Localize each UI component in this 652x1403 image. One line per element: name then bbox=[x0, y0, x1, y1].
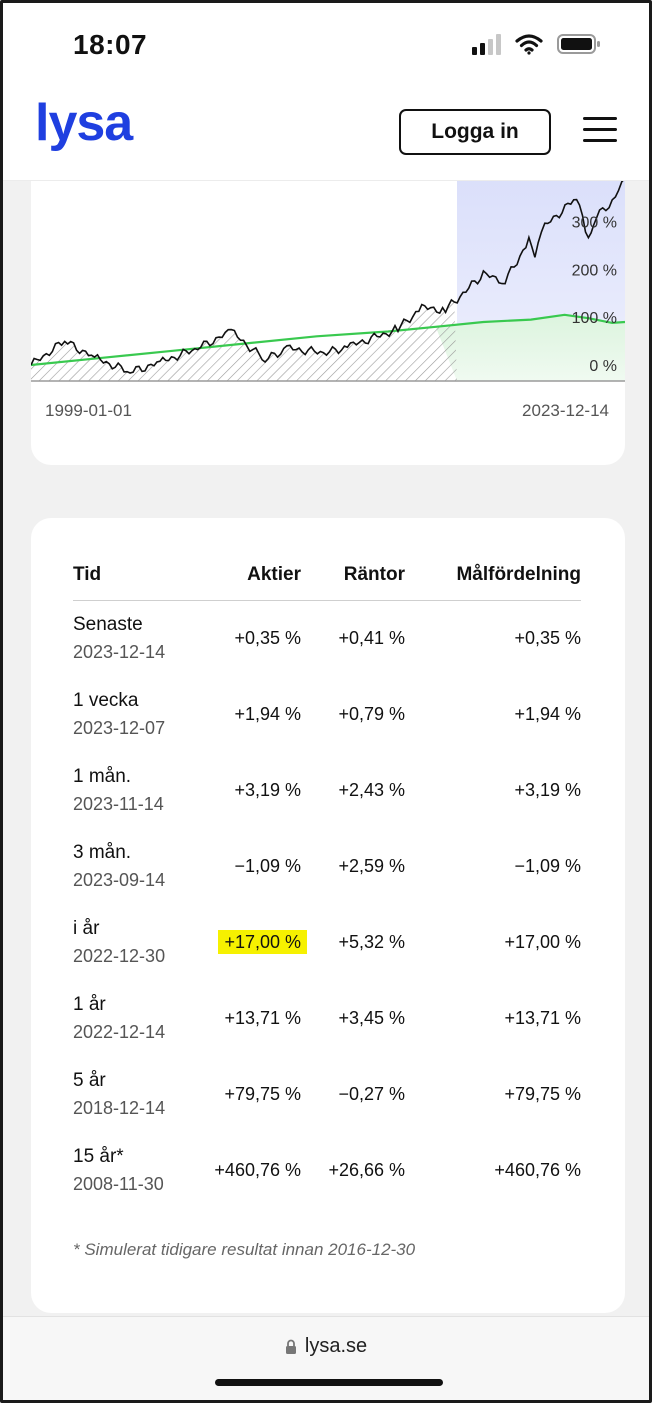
y-tick-label: 200 % bbox=[572, 262, 617, 279]
period-date: 2022-12-30 bbox=[73, 946, 166, 966]
table-row: 3 mån. 2023-09-14 −1,09 % +2,59 % −1,09 % bbox=[73, 829, 581, 905]
period-label: i år bbox=[73, 918, 100, 939]
header-stocks: Aktier bbox=[203, 564, 301, 601]
stocks-return: −1,09 % bbox=[234, 856, 301, 876]
stocks-return: +1,94 % bbox=[234, 704, 301, 724]
period-date: 2023-12-07 bbox=[73, 718, 166, 738]
target-return: −1,09 % bbox=[514, 856, 581, 876]
period-label: 15 år* bbox=[73, 1146, 124, 1167]
period-label: 1 vecka bbox=[73, 690, 139, 711]
period-date: 2023-11-14 bbox=[73, 794, 164, 814]
simulation-footnote: * Simulerat tidigare resultat innan 2016… bbox=[73, 1240, 416, 1259]
login-button[interactable]: Logga in bbox=[399, 109, 551, 155]
target-return: +3,19 % bbox=[514, 780, 581, 800]
bonds-return: −0,27 % bbox=[338, 1084, 405, 1104]
bonds-return: +2,43 % bbox=[338, 780, 405, 800]
stocks-return: +13,71 % bbox=[224, 1008, 301, 1028]
chart-end-date: 2023-12-14 bbox=[522, 401, 609, 420]
browser-bottom-bar: lysa.se bbox=[3, 1316, 649, 1400]
cellular-signal-icon bbox=[472, 33, 501, 55]
header-period: Tid bbox=[73, 564, 203, 601]
status-time: 18:07 bbox=[73, 29, 148, 60]
target-return: +13,71 % bbox=[504, 1008, 581, 1028]
period-date: 2023-12-14 bbox=[73, 642, 166, 663]
header-bonds: Räntor bbox=[301, 564, 405, 601]
returns-table: Tid Aktier Räntor Målfördelning Senaste 2… bbox=[73, 564, 581, 1209]
y-tick-label: 0 % bbox=[589, 358, 617, 375]
y-tick-label: 100 % bbox=[572, 310, 617, 327]
table-row: 5 år 2018-12-14 +79,75 % −0,27 % +79,75 % bbox=[73, 1057, 581, 1133]
stocks-return: +460,76 % bbox=[214, 1160, 301, 1180]
target-return: +1,94 % bbox=[514, 704, 581, 724]
phone-screen: 18:07 lysa Logga in 0 % 100 % 200 % 300 … bbox=[0, 0, 652, 1403]
returns-card: Tid Aktier Räntor Målfördelning Senaste 2… bbox=[31, 518, 625, 1313]
lysa-logo[interactable]: lysa bbox=[35, 93, 133, 153]
app-header: lysa Logga in bbox=[3, 87, 649, 181]
period-label: 3 mån. bbox=[73, 842, 132, 863]
period-label: 5 år bbox=[73, 1070, 106, 1091]
period-date: 2022-12-14 bbox=[73, 1022, 166, 1042]
header-target: Målfördelning bbox=[405, 564, 581, 601]
table-row: 1 vecka 2023-12-07 +1,94 % +0,79 % +1,94 … bbox=[73, 677, 581, 753]
table-row: 1 mån. 2023-11-14 +3,19 % +2,43 % +3,19 % bbox=[73, 753, 581, 829]
target-return: +460,76 % bbox=[494, 1160, 581, 1180]
performance-chart: 0 % 100 % 200 % 300 % bbox=[31, 181, 625, 382]
chart-card: 0 % 100 % 200 % 300 % 1999-01-01 2023-12-14 bbox=[31, 181, 625, 465]
bonds-return: +2,59 % bbox=[338, 856, 405, 876]
table-row: i år 2022-12-30 +17,00 % +5,32 % +17,00 % bbox=[73, 905, 581, 981]
bonds-return: +5,32 % bbox=[338, 932, 405, 952]
stocks-return: +0,35 % bbox=[234, 628, 301, 649]
highlighted-stocks-return: +17,00 % bbox=[218, 930, 307, 954]
target-return: +79,75 % bbox=[504, 1084, 581, 1104]
chart-start-date: 1999-01-01 bbox=[45, 401, 132, 420]
battery-icon bbox=[557, 34, 600, 54]
page-content: 0 % 100 % 200 % 300 % 1999-01-01 2023-12-14… bbox=[3, 181, 649, 1316]
table-row: Senaste 2023-12-14 +0,35 % +0,41 % +0,35 … bbox=[73, 601, 581, 677]
stocks-return: +3,19 % bbox=[234, 780, 301, 800]
status-bar: 18:07 bbox=[3, 3, 649, 87]
hamburger-menu-icon[interactable] bbox=[583, 117, 617, 143]
bonds-return: +0,79 % bbox=[338, 704, 405, 724]
lock-icon bbox=[285, 1339, 296, 1354]
period-date: 2018-12-14 bbox=[73, 1098, 166, 1118]
bonds-return: +3,45 % bbox=[338, 1008, 405, 1028]
status-icons bbox=[472, 33, 601, 55]
url-display[interactable]: lysa.se bbox=[3, 1335, 649, 1358]
bonds-return: +0,41 % bbox=[338, 628, 405, 649]
target-return: +17,00 % bbox=[504, 932, 581, 952]
period-date: 2008-11-30 bbox=[73, 1174, 164, 1194]
wifi-icon bbox=[515, 34, 543, 55]
period-label: 1 mån. bbox=[73, 766, 132, 787]
bonds-return: +26,66 % bbox=[328, 1160, 405, 1180]
period-date: 2023-09-14 bbox=[73, 870, 166, 890]
table-row: 15 år* 2008-11-30 +460,76 % +26,66 % +460… bbox=[73, 1133, 581, 1209]
table-header-row: Tid Aktier Räntor Målfördelning bbox=[73, 564, 581, 601]
y-tick-label: 300 % bbox=[572, 215, 617, 232]
period-label: 1 år bbox=[73, 994, 106, 1015]
url-text: lysa.se bbox=[304, 1335, 368, 1357]
stocks-return: +79,75 % bbox=[224, 1084, 301, 1104]
table-row: 1 år 2022-12-14 +13,71 % +3,45 % +13,71 % bbox=[73, 981, 581, 1057]
period-label: Senaste bbox=[73, 614, 143, 636]
target-return: +0,35 % bbox=[514, 628, 581, 649]
home-indicator[interactable] bbox=[215, 1379, 443, 1386]
